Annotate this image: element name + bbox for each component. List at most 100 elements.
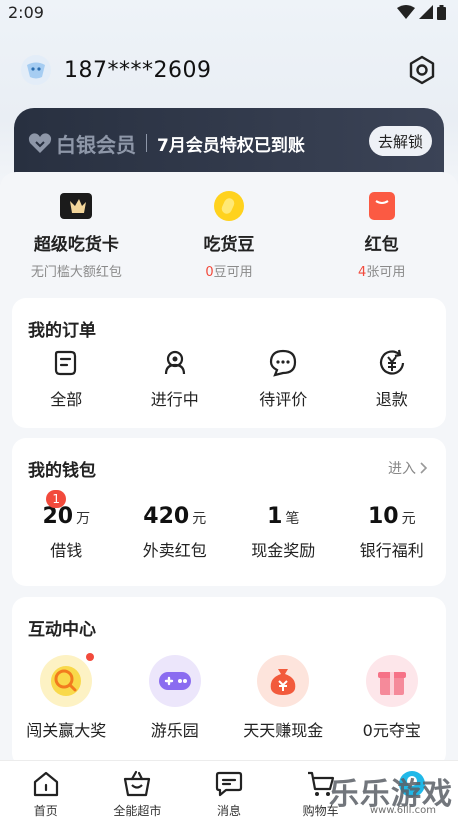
- wallet-label: 外卖红包: [142, 541, 207, 560]
- signal-icon: [419, 5, 433, 19]
- wallet-value: 10 元: [368, 504, 416, 529]
- super-card-icon: [60, 190, 93, 222]
- vip-divider: [146, 134, 147, 152]
- asset-subtitle: 0豆可用: [205, 261, 252, 280]
- wallet-value: 420 元: [143, 504, 206, 529]
- asset-foodie-beans[interactable]: 吃货豆 0豆可用: [153, 190, 306, 286]
- rider-icon: [164, 350, 185, 375]
- wallet-cash-reward[interactable]: 1笔 现金奖励: [229, 504, 338, 561]
- order-label: 全部: [50, 390, 83, 409]
- orders-card: 我的订单 全部 进行中 待评价 退款: [12, 298, 446, 428]
- vip-message: 7月会员特权已到账: [157, 135, 305, 156]
- order-to-review[interactable]: 待评价: [229, 348, 338, 410]
- packet-unit: 张可用: [366, 265, 406, 280]
- assets-row: 超级吃货卡 无门槛大额红包 吃货豆 0豆可用 红包 4张可用: [0, 190, 458, 286]
- interactive-title: 互动中心: [28, 620, 96, 640]
- tab-label: 消息: [216, 804, 241, 818]
- vip-banner[interactable]: 白银会员 7月会员特权已到账 去解锁: [14, 108, 444, 178]
- wallet-takeout-coupon[interactable]: 420 元 外卖红包: [121, 504, 230, 561]
- interactive-center-card: 互动中心 闯关赢大奖 游乐园 天天赚现金 0元夺宝: [12, 597, 446, 767]
- wallet-unit: 元: [401, 511, 416, 527]
- asset-title: 吃货豆: [203, 235, 255, 255]
- bean-unit: 豆可用: [213, 265, 253, 280]
- watermark-logo: 乐乐游戏 www.6lll.com: [326, 764, 456, 818]
- basket-icon: [124, 770, 151, 797]
- order-label: 待评价: [259, 390, 308, 409]
- wallet-enter-label: 进入: [388, 461, 416, 477]
- wallet-number: 1: [267, 504, 283, 529]
- tab-home[interactable]: 首页: [0, 761, 92, 820]
- activity-label: 天天赚现金: [243, 721, 324, 740]
- wallet-value: 1笔: [267, 504, 299, 529]
- tab-label: 首页: [33, 804, 58, 818]
- profile-row: 187****2609: [20, 50, 438, 90]
- interactive-row: 闯关赢大奖 游乐园 天天赚现金 0元夺宝: [12, 653, 447, 741]
- wallet-number: 10: [367, 504, 399, 529]
- activity-free-lottery[interactable]: 0元夺宝: [338, 655, 447, 741]
- activity-earn-cash[interactable]: 天天赚现金: [229, 655, 338, 741]
- tab-messages[interactable]: 消息: [183, 761, 275, 820]
- wallet-unit: 元: [192, 511, 207, 527]
- asset-subtitle: 4张可用: [358, 261, 405, 280]
- tab-supermarket[interactable]: 全能超市: [92, 761, 184, 820]
- order-all[interactable]: 全部: [12, 348, 121, 410]
- vip-logo: 白银会员: [28, 129, 136, 158]
- order-in-progress[interactable]: 进行中: [121, 348, 230, 410]
- vip-brand: 白银会员: [56, 132, 136, 157]
- wallet-label: 银行福利: [359, 541, 424, 560]
- vip-heart-icon: [28, 133, 52, 153]
- wallet-value: 20 万: [42, 504, 90, 529]
- gamepad-icon: [148, 655, 201, 707]
- wallet-label: 现金奖励: [251, 541, 316, 560]
- wallet-card: 我的钱包 进入 1 20 万 借钱 420 元 外卖红包 1笔 现金奖励 10 元 银…: [12, 438, 446, 586]
- money-bag-icon: [257, 655, 310, 707]
- wallet-row: 1 20 万 借钱 420 元 外卖红包 1笔 现金奖励 10 元 银行福利: [12, 490, 447, 561]
- bean-count: 0: [205, 265, 214, 280]
- wallet-label: 借钱: [50, 541, 83, 560]
- user-phone[interactable]: 187****2609: [64, 58, 211, 83]
- chat-bubble-icon: [270, 349, 297, 377]
- red-packet-icon: [366, 190, 398, 222]
- bean-icon: [213, 190, 245, 222]
- avatar[interactable]: [20, 54, 52, 86]
- activity-label: 闯关赢大奖: [26, 721, 107, 740]
- settings-icon[interactable]: [406, 54, 438, 86]
- refund-icon: [379, 349, 404, 375]
- wallet-number: 420: [143, 504, 190, 529]
- magnifier-coin-icon: [40, 653, 95, 707]
- chevron-right-icon: [420, 462, 428, 474]
- asset-red-packet[interactable]: 红包 4张可用: [305, 190, 458, 286]
- order-refund[interactable]: 退款: [338, 348, 447, 410]
- wallet-unit: 笔: [285, 511, 300, 527]
- status-time: 2:09: [8, 2, 44, 22]
- status-icons: [397, 4, 446, 20]
- wallet-unit: 万: [76, 511, 91, 527]
- watermark-url: www.6lll.com: [369, 805, 436, 816]
- activity-label: 游乐园: [150, 721, 199, 740]
- vip-unlock-button[interactable]: 去解锁: [368, 126, 432, 156]
- asset-subtitle: 无门槛大额红包: [30, 265, 122, 280]
- tab-label: 全能超市: [113, 804, 162, 818]
- activity-label: 0元夺宝: [362, 721, 421, 740]
- order-label: 进行中: [150, 390, 199, 409]
- asset-title: 红包: [364, 235, 399, 255]
- battery-icon: [437, 4, 446, 20]
- asset-title: 超级吃货卡: [33, 235, 119, 255]
- home-icon: [33, 771, 58, 797]
- orders-title: 我的订单: [28, 321, 96, 341]
- document-icon: [55, 350, 77, 376]
- message-icon: [215, 771, 243, 797]
- wallet-title: 我的钱包: [28, 461, 96, 481]
- activity-playground[interactable]: 游乐园: [121, 655, 230, 741]
- wallet-bank-benefit[interactable]: 10 元 银行福利: [338, 504, 447, 561]
- gift-box-icon: [365, 655, 418, 707]
- wifi-icon: [397, 5, 415, 19]
- orders-row: 全部 进行中 待评价 退款: [12, 348, 446, 410]
- activity-challenge[interactable]: 闯关赢大奖: [12, 653, 121, 741]
- red-dot: [86, 653, 95, 661]
- notification-badge: 1: [46, 490, 67, 508]
- wallet-enter-link[interactable]: 进入: [388, 458, 428, 478]
- status-bar: 2:09: [0, 0, 458, 24]
- asset-super-card[interactable]: 超级吃货卡 无门槛大额红包: [0, 190, 153, 286]
- wallet-loan[interactable]: 1 20 万 借钱: [12, 490, 121, 561]
